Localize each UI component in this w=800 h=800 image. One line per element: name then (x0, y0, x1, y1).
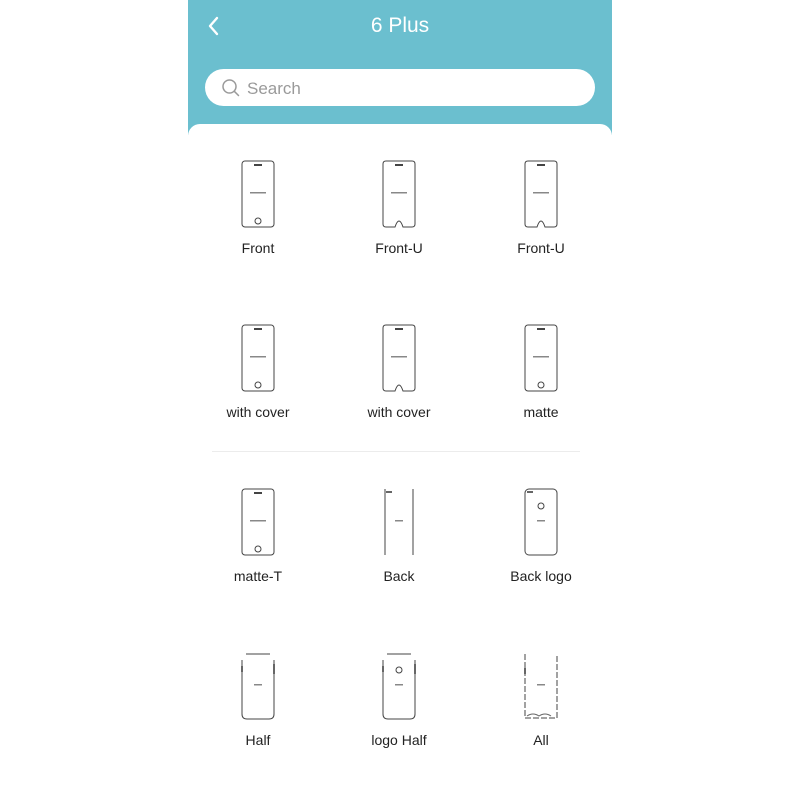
page-title: 6 Plus (370, 14, 430, 37)
film-type-label: with cover (226, 404, 290, 420)
film-type-item[interactable]: matte (481, 324, 601, 434)
header-bar: 6 Plus (188, 0, 612, 135)
phone-front-u-icon (382, 160, 416, 228)
phone-front-icon (241, 324, 275, 392)
search-input[interactable] (245, 69, 579, 108)
phone-logo-half-icon (382, 653, 416, 720)
film-type-label: All (533, 732, 549, 748)
search-bar[interactable] (205, 69, 595, 108)
search-icon (222, 79, 240, 97)
film-type-grid: Front Front-U Front-U with cover with cover m… (188, 124, 612, 800)
film-type-item[interactable]: Front-U (481, 160, 601, 270)
phone-front-u-icon (382, 324, 416, 392)
film-type-label: Back (383, 568, 415, 584)
section-divider (212, 451, 580, 452)
phone-all-icon (524, 654, 558, 719)
phone-front-icon (241, 488, 275, 556)
film-type-label: Front (241, 240, 275, 256)
phone-front-u-icon (524, 160, 558, 228)
film-type-item[interactable]: with cover (198, 324, 318, 434)
phone-back-logo-icon (524, 488, 558, 556)
film-type-label: logo Half (371, 732, 427, 748)
phone-front-icon (524, 324, 558, 392)
film-type-label: Back logo (510, 568, 572, 584)
film-type-label: matte-T (233, 568, 283, 584)
film-type-label: Half (245, 732, 271, 748)
film-type-label: matte (523, 404, 559, 420)
phone-back-icon (384, 489, 414, 555)
film-type-item[interactable]: Back (339, 488, 459, 598)
phone-front-icon (241, 160, 275, 228)
film-type-label: Front-U (375, 240, 423, 256)
film-type-item[interactable]: matte-T (198, 488, 318, 598)
film-type-label: Front-U (517, 240, 565, 256)
film-type-item[interactable]: All (481, 652, 601, 762)
film-type-item[interactable]: logo Half (339, 652, 459, 762)
film-type-label: with cover (367, 404, 431, 420)
film-type-item[interactable]: Back logo (481, 488, 601, 598)
film-type-item[interactable]: Front (198, 160, 318, 270)
film-type-item[interactable]: Half (198, 652, 318, 762)
film-type-item[interactable]: Front-U (339, 160, 459, 270)
app-screen: 6 Plus Front Front-U Front-U with cover with… (188, 0, 612, 800)
film-type-item[interactable]: with cover (339, 324, 459, 434)
phone-half-icon (241, 653, 275, 720)
